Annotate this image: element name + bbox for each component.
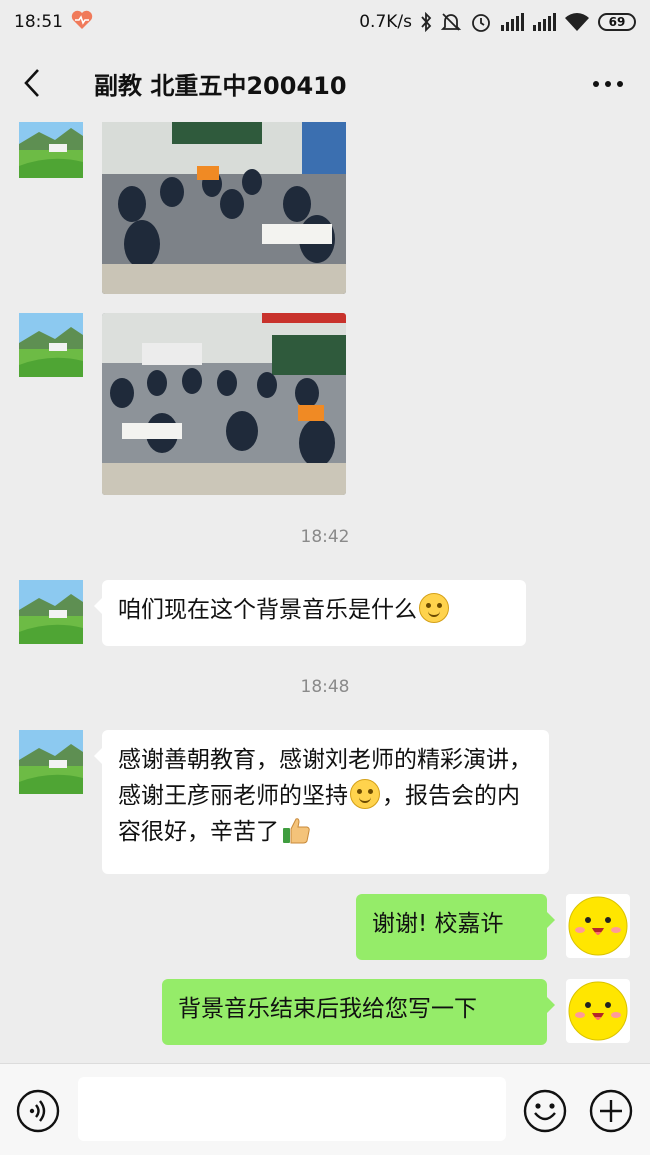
message-timestamp: 18:42: [300, 527, 350, 547]
avatar-image: [19, 580, 83, 644]
self-avatar-image: [568, 896, 628, 956]
status-bar: 18:51 0.7K/s 69: [0, 0, 650, 44]
message-bubble-self[interactable]: 谢谢! 校嘉许: [356, 894, 555, 960]
signal-icon-2: [532, 13, 556, 31]
avatar[interactable]: [19, 313, 83, 377]
message-text: 咱们现在这个背景音乐是什么: [118, 597, 417, 623]
thumbs-up-emoji-icon: [281, 815, 311, 856]
smile-emoji-icon: [350, 779, 380, 809]
chat-photo[interactable]: [102, 122, 346, 294]
voice-icon: [16, 1089, 60, 1133]
message-timestamp: 18:48: [300, 677, 350, 697]
status-time: 18:51: [14, 12, 63, 32]
chat-photo[interactable]: [102, 313, 346, 495]
chat-title: 副教 北重五中200410: [94, 71, 347, 100]
emoji-button[interactable]: [523, 1089, 567, 1137]
message-bubble[interactable]: 感谢善朝教育，感谢刘老师的精彩演讲，感谢王彦丽老师的坚持 ，报告会的内容很好，辛苦…: [94, 730, 549, 874]
back-button[interactable]: [0, 44, 64, 122]
message-text: 背景音乐结束后我给您写一下: [178, 996, 477, 1022]
message-input[interactable]: [78, 1077, 506, 1141]
health-icon: [71, 10, 93, 35]
avatar-image: [19, 313, 83, 377]
self-avatar[interactable]: [566, 894, 630, 958]
classroom-photo: [102, 313, 346, 495]
smile-emoji-icon: [419, 593, 449, 623]
mute-icon: [440, 11, 462, 33]
message-bubble[interactable]: 咱们现在这个背景音乐是什么: [94, 580, 526, 646]
voice-button[interactable]: [16, 1089, 60, 1137]
bluetooth-icon: [420, 12, 432, 32]
plus-icon: [589, 1089, 633, 1133]
message-list[interactable]: 18:42 咱们现在这个背景音乐是什么 18:48 感谢善朝教育，感谢刘老师的精…: [0, 122, 650, 1062]
avatar[interactable]: [19, 122, 83, 178]
avatar-image: [19, 730, 83, 794]
self-avatar-image: [568, 981, 628, 1041]
signal-icon-1: [500, 13, 524, 31]
chat-header: 副教 北重五中200410: [0, 44, 650, 122]
battery-icon: 69: [598, 13, 636, 31]
self-avatar[interactable]: [566, 979, 630, 1043]
more-dots-icon: [593, 81, 623, 87]
emoji-icon: [523, 1089, 567, 1133]
more-button[interactable]: [590, 66, 626, 102]
plus-button[interactable]: [589, 1089, 633, 1137]
message-text: 谢谢! 校嘉许: [372, 911, 504, 937]
classroom-photo: [102, 122, 346, 294]
avatar[interactable]: [19, 580, 83, 644]
input-bar: [0, 1063, 650, 1155]
avatar-image: [19, 122, 83, 178]
back-arrow-icon: [24, 69, 39, 97]
wifi-icon: [564, 12, 590, 32]
net-speed: 0.7K/s: [359, 12, 412, 32]
message-bubble-self[interactable]: 背景音乐结束后我给您写一下: [162, 979, 555, 1045]
avatar[interactable]: [19, 730, 83, 794]
alarm-icon: [470, 11, 492, 33]
